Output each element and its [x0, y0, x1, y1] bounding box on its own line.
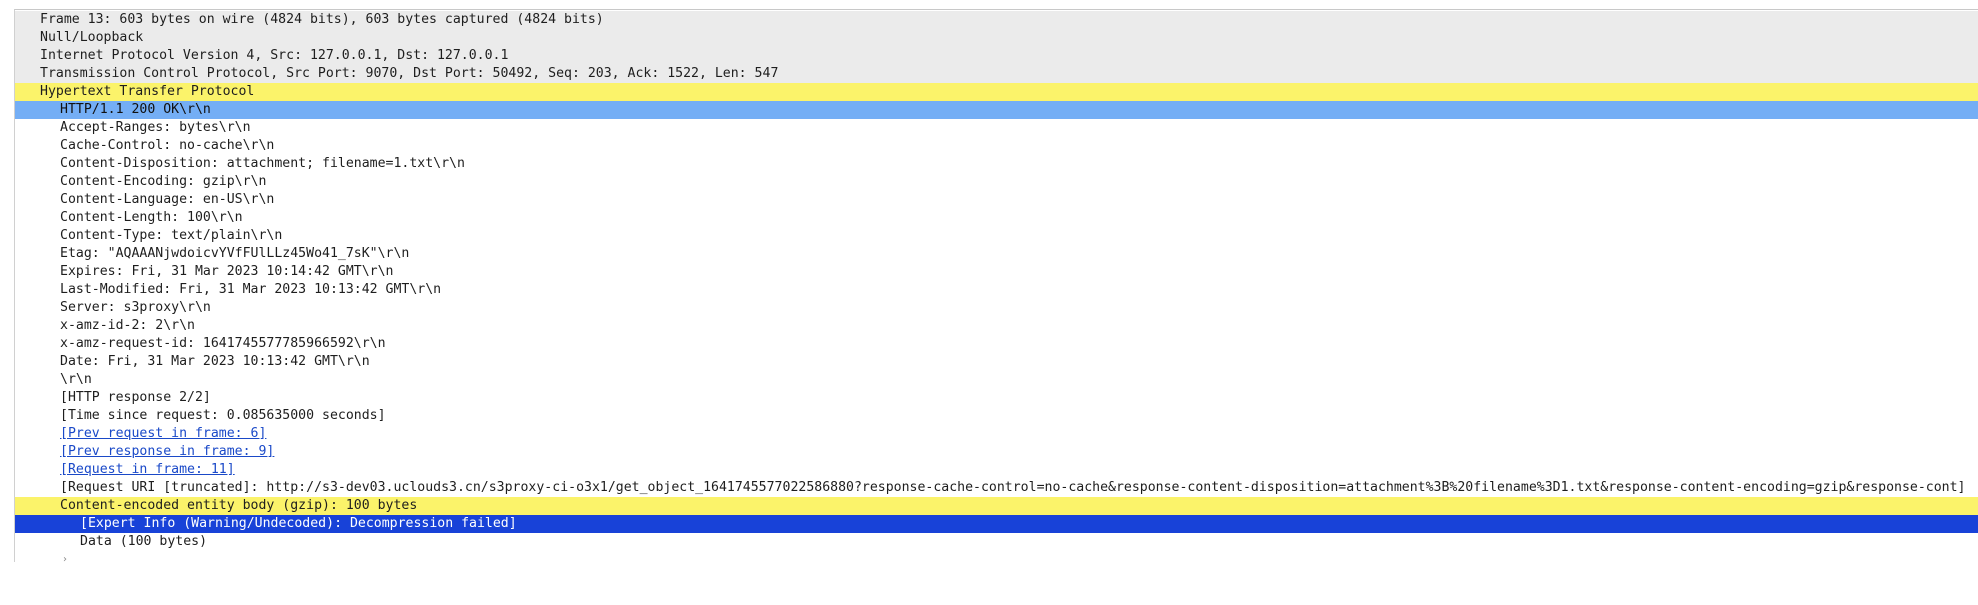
tree-row-label: Content-Encoding: gzip\r\n	[60, 174, 267, 189]
tree-row-content-encoded-body[interactable]: ⌄ Content-encoded entity body (gzip): 10…	[15, 497, 1978, 529]
tree-row-label: Accept-Ranges: bytes\r\n	[60, 120, 251, 135]
tree-row-header-field[interactable]: Content-Language: en-US\r\n	[15, 191, 1978, 209]
tree-row-label: HTTP/1.1 200 OK\r\n	[60, 102, 211, 117]
tree-row-header-field[interactable]: Content-Encoding: gzip\r\n	[15, 173, 1978, 191]
tree-row-label: Hypertext Transfer Protocol	[40, 84, 255, 99]
tree-row-ipv4[interactable]: › Internet Protocol Version 4, Src: 127.…	[15, 47, 1978, 79]
tree-row-header-field[interactable]: Date: Fri, 31 Mar 2023 10:13:42 GMT\r\n	[15, 353, 1978, 371]
tree-row-label: Data (100 bytes)	[80, 534, 208, 549]
tree-row-content-length[interactable]: › Content-Length: 100\r\n	[15, 209, 1978, 241]
packet-details-pane[interactable]: › Frame 13: 603 bytes on wire (4824 bits…	[14, 9, 1978, 565]
tree-row-header-field[interactable]: Last-Modified: Fri, 31 Mar 2023 10:13:42…	[15, 281, 1978, 299]
tree-row-response-number[interactable]: [HTTP response 2/2]	[15, 389, 1978, 407]
tree-row-data[interactable]: › Data (100 bytes)	[15, 533, 1978, 565]
tree-row-label: Content-Length: 100\r\n	[60, 210, 243, 225]
tree-row-label: Last-Modified: Fri, 31 Mar 2023 10:13:42…	[60, 282, 442, 297]
tree-row-label: Etag: "AQAAANjwdoicvYVfFUlLLz45Wo41_7sK"…	[60, 246, 410, 261]
tree-row-prev-request-link[interactable]: [Prev request in frame: 6]	[15, 425, 1978, 443]
tree-row-tcp[interactable]: › Transmission Control Protocol, Src Por…	[15, 65, 1978, 97]
tree-row-null-loopback[interactable]: › Null/Loopback	[15, 29, 1978, 61]
tree-row-label: Transmission Control Protocol, Src Port:…	[40, 66, 779, 81]
tree-row-request-link[interactable]: [Request in frame: 11]	[15, 461, 1978, 479]
prev-response-frame-link[interactable]: [Prev response in frame: 9]	[60, 443, 274, 461]
tree-row-label: Content-Language: en-US\r\n	[60, 192, 275, 207]
tree-row-header-field[interactable]: x-amz-request-id: 1641745577785966592\r\…	[15, 335, 1978, 353]
tree-row-label: [Expert Info (Warning/Undecoded): Decomp…	[80, 516, 517, 531]
tree-row-expert-info-selected[interactable]: › [Expert Info (Warning/Undecoded): Deco…	[15, 515, 1978, 547]
tree-row-frame[interactable]: › Frame 13: 603 bytes on wire (4824 bits…	[15, 11, 1978, 43]
tree-row-label: Internet Protocol Version 4, Src: 127.0.…	[40, 48, 509, 63]
tree-row-label: x-amz-request-id: 1641745577785966592\r\…	[60, 336, 386, 351]
tree-row-crlf[interactable]: \r\n	[15, 371, 1978, 389]
tree-row-status-line[interactable]: › HTTP/1.1 200 OK\r\n	[15, 101, 1978, 133]
expand-chevron-icon[interactable]: ›	[60, 551, 70, 569]
tree-row-label: Expires: Fri, 31 Mar 2023 10:14:42 GMT\r…	[60, 264, 394, 279]
tree-row-request-uri[interactable]: [Request URI [truncated]: http://s3-dev0…	[15, 479, 1978, 497]
prev-request-frame-link[interactable]: [Prev request in frame: 6]	[60, 425, 266, 443]
tree-row-header-field[interactable]: Content-Disposition: attachment; filenam…	[15, 155, 1978, 173]
tree-row-label: Null/Loopback	[40, 30, 144, 45]
request-frame-link[interactable]: [Request in frame: 11]	[60, 461, 235, 479]
tree-row-header-field[interactable]: Etag: "AQAAANjwdoicvYVfFUlLLz45Wo41_7sK"…	[15, 245, 1978, 263]
tree-row-label: x-amz-id-2: 2\r\n	[60, 318, 195, 333]
left-gutter	[0, 0, 14, 561]
tree-row-label: Date: Fri, 31 Mar 2023 10:13:42 GMT\r\n	[60, 354, 370, 369]
tree-row-label: Cache-Control: no-cache\r\n	[60, 138, 275, 153]
tree-row-http[interactable]: ⌄ Hypertext Transfer Protocol	[15, 83, 1978, 115]
tree-row-label: Frame 13: 603 bytes on wire (4824 bits),…	[40, 12, 604, 27]
tree-row-label: \r\n	[60, 372, 92, 387]
tree-row-header-field[interactable]: x-amz-id-2: 2\r\n	[15, 317, 1978, 335]
tree-row-header-field[interactable]: Content-Type: text/plain\r\n	[15, 227, 1978, 245]
tree-row-header-field[interactable]: Expires: Fri, 31 Mar 2023 10:14:42 GMT\r…	[15, 263, 1978, 281]
tree-row-label: [Time since request: 0.085635000 seconds…	[60, 408, 386, 423]
tree-row-time-since-request[interactable]: [Time since request: 0.085635000 seconds…	[15, 407, 1978, 425]
tree-row-label: Server: s3proxy\r\n	[60, 300, 211, 315]
tree-row-header-field[interactable]: Accept-Ranges: bytes\r\n	[15, 119, 1978, 137]
tree-row-header-field[interactable]: Server: s3proxy\r\n	[15, 299, 1978, 317]
tree-row-prev-response-link[interactable]: [Prev response in frame: 9]	[15, 443, 1978, 461]
tree-row-label: Content-Type: text/plain\r\n	[60, 228, 283, 243]
tree-row-label: Content-encoded entity body (gzip): 100 …	[60, 498, 418, 513]
tree-row-label: Content-Disposition: attachment; filenam…	[60, 156, 465, 171]
tree-row-label: [HTTP response 2/2]	[60, 390, 211, 405]
protocol-tree: › Frame 13: 603 bytes on wire (4824 bits…	[15, 11, 1978, 565]
tree-row-header-field[interactable]: Cache-Control: no-cache\r\n	[15, 137, 1978, 155]
tree-row-label: [Request URI [truncated]: http://s3-dev0…	[60, 480, 1966, 495]
